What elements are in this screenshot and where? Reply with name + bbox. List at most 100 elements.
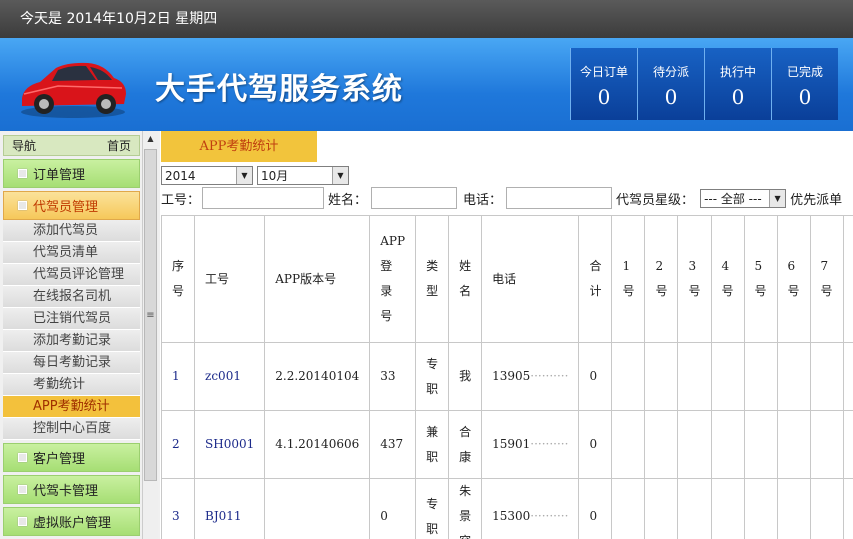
- nav-item-attendance-stats[interactable]: 考勤统计: [3, 374, 140, 396]
- scroll-up-icon[interactable]: ▲: [143, 131, 158, 147]
- cell-job-no-link[interactable]: BJ011: [194, 478, 266, 539]
- name-input[interactable]: [371, 187, 458, 209]
- star-value: --- 全部 ---: [704, 191, 762, 206]
- stat-in-progress[interactable]: 执行中 0: [704, 48, 771, 120]
- cell-phone: 13905··········: [481, 342, 580, 411]
- cell-app-version: [264, 478, 371, 539]
- col-name: 姓名: [448, 215, 483, 343]
- job-no-label: 工号：: [161, 192, 201, 208]
- nav-group-customers[interactable]: 客户管理: [3, 443, 140, 472]
- nav-item-deregistered[interactable]: 已注销代驾员: [3, 308, 140, 330]
- cell-day: [611, 478, 646, 539]
- cell-name: 我: [448, 342, 483, 411]
- col-app-version: APP版本号: [264, 215, 371, 343]
- nav-item-driver-list[interactable]: 代驾员清单: [3, 242, 140, 264]
- col-job-no: 工号: [194, 215, 266, 343]
- nav-group-cards[interactable]: 代驾卡管理: [3, 475, 140, 504]
- nav-item-app-attendance[interactable]: APP考勤统计: [3, 396, 140, 418]
- cell-job-no-link[interactable]: zc001: [194, 342, 266, 411]
- cell-login: 33: [369, 342, 417, 411]
- name-label: 姓名：: [328, 192, 368, 208]
- phone-input[interactable]: [506, 187, 613, 209]
- cell-day: [710, 478, 745, 539]
- nav-item-online-signup[interactable]: 在线报名司机: [3, 286, 140, 308]
- stat-pending[interactable]: 待分派 0: [637, 48, 704, 120]
- cell-day: [809, 478, 844, 539]
- stat-value: 0: [664, 85, 678, 109]
- cell-name: 合康: [448, 410, 483, 479]
- cell-login: 0: [369, 478, 417, 539]
- cell-seq: 3: [161, 478, 196, 539]
- stat-today-orders[interactable]: 今日订单 0: [570, 48, 637, 120]
- nav-label: 导航: [12, 139, 37, 153]
- nav-item-driver-reviews[interactable]: 代驾员评论管理: [3, 264, 140, 286]
- cell-day: [809, 342, 844, 411]
- date-text: 今天是 2014年10月2日 星期四: [20, 11, 218, 27]
- system-title: 大手代驾服务系统: [155, 72, 403, 107]
- scroll-thumb[interactable]: ≡: [144, 149, 157, 481]
- col-day: 5号: [743, 215, 778, 343]
- cell-day: [710, 410, 745, 479]
- cell-day: [776, 410, 811, 479]
- nav-group-label: 订单管理: [33, 168, 86, 183]
- table-row: 2 SH0001 4.1.20140606 437 兼职 合康 15901···…: [161, 410, 853, 479]
- cell-login: 437: [369, 410, 417, 479]
- stat-label: 执行中: [719, 65, 756, 79]
- cell-total: 0: [578, 478, 613, 539]
- phone-label: 电话：: [463, 192, 503, 208]
- cell-day: [611, 410, 646, 479]
- nav-group-label: 虚拟账户管理: [33, 516, 112, 531]
- square-icon: [18, 169, 27, 178]
- cell-day: [677, 478, 712, 539]
- sidebar-scrollbar[interactable]: ▲ ≡: [142, 131, 158, 539]
- square-icon: [18, 453, 27, 462]
- cell-seq: 1: [161, 342, 196, 411]
- nav-group-virtual-accounts[interactable]: 虚拟账户管理: [3, 507, 140, 536]
- square-icon: [18, 517, 27, 526]
- table-row: 1 zc001 2.2.20140104 33 专职 我 13905······…: [161, 342, 853, 411]
- stat-value: 0: [597, 85, 611, 109]
- table-header-row: 序号 工号 APP版本号 APP 登录号 类型 姓名 电话 合计 1号 2号 3号…: [161, 215, 853, 343]
- stat-completed[interactable]: 已完成 0: [771, 48, 838, 120]
- nav-item-add-attendance[interactable]: 添加考勤记录: [3, 330, 140, 352]
- cell-type: 专职: [415, 342, 450, 411]
- stat-label: 今日订单: [579, 65, 628, 79]
- sidebar: 导航 首页 订单管理 代驾员管理 添加代驾员 代驾员清单 代驾员评论管理 在线报…: [0, 131, 160, 539]
- priority-label: 优先派单: [790, 192, 843, 208]
- col-app-login: APP 登录号: [369, 215, 417, 343]
- cell-app-version: 4.1.20140606: [264, 410, 371, 479]
- cell-day: [842, 478, 853, 539]
- nav-item-add-driver[interactable]: 添加代驾员: [3, 220, 140, 242]
- star-select[interactable]: --- 全部 --- ▼: [700, 188, 787, 208]
- col-seq: 序号: [161, 215, 196, 343]
- cell-phone: 15901··········: [481, 410, 580, 479]
- nav-group-orders[interactable]: 订单管理: [3, 159, 140, 188]
- chevron-down-icon: ▼: [236, 167, 252, 184]
- car-logo-icon: [21, 62, 126, 118]
- tab-app-attendance[interactable]: APP考勤统计: [161, 131, 317, 162]
- col-day: 7号: [809, 215, 844, 343]
- job-no-input[interactable]: [202, 187, 325, 209]
- cell-job-no-link[interactable]: SH0001: [194, 410, 266, 479]
- nav-item-daily-attendance[interactable]: 每日考勤记录: [3, 352, 140, 374]
- home-link[interactable]: 首页: [107, 137, 131, 154]
- nav-group-drivers[interactable]: 代驾员管理: [3, 191, 140, 220]
- stat-value: 0: [798, 85, 812, 109]
- nav-header: 导航 首页: [3, 135, 140, 156]
- cell-seq: 2: [161, 410, 196, 479]
- cell-app-version: 2.2.20140104: [264, 342, 371, 411]
- cell-day: [677, 342, 712, 411]
- chevron-down-icon: ▼: [769, 189, 786, 207]
- cell-phone: 15300··········: [481, 478, 580, 539]
- month-select[interactable]: 10月 ▼: [257, 166, 349, 185]
- stat-value: 0: [731, 85, 745, 109]
- col-day: 2号: [644, 215, 679, 343]
- cell-name: 朱景容: [448, 478, 483, 539]
- nav-group-label: 客户管理: [33, 452, 86, 467]
- cell-day: [743, 410, 778, 479]
- nav-item-baidu-control[interactable]: 控制中心百度: [3, 418, 140, 440]
- star-label: 代驾员星级：: [616, 192, 695, 208]
- year-select[interactable]: 2014 ▼: [161, 166, 253, 185]
- col-total: 合计: [578, 215, 613, 343]
- nav-group-label: 代驾卡管理: [33, 484, 99, 499]
